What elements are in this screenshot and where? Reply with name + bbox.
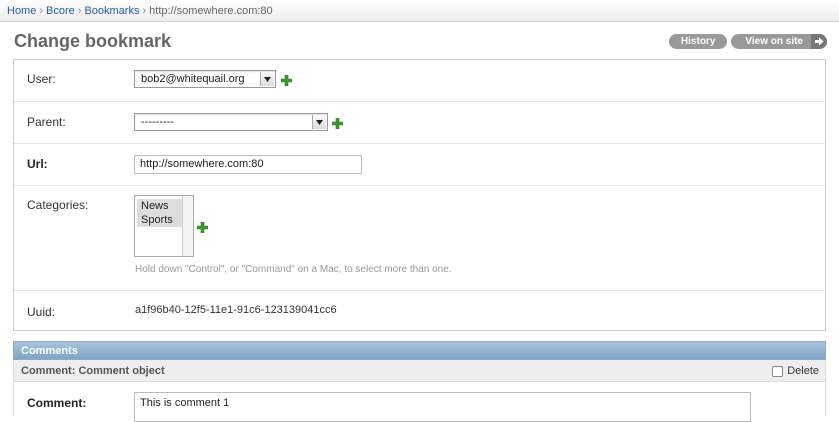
comments-section-header: Comments	[13, 341, 826, 360]
user-select-value: bob2@whitequail.org	[141, 73, 245, 85]
breadcrumb-separator: ›	[39, 5, 44, 17]
comment-label: Comment:	[27, 396, 87, 410]
delete-label: Delete	[787, 365, 819, 377]
arrow-right-icon	[811, 34, 827, 49]
object-tools: History View on site	[668, 34, 827, 49]
form-row-url: Url: http://somewhere.com:80	[14, 144, 825, 186]
breadcrumb-bcore[interactable]: Bcore	[46, 5, 75, 17]
categories-label: Categories:	[27, 198, 89, 212]
breadcrumb-current: http://somewhere.com:80	[149, 5, 273, 17]
add-user-icon[interactable]	[281, 75, 292, 86]
comment-item-title: Comment: Comment object	[21, 365, 165, 377]
uuid-label: Uuid:	[27, 305, 56, 319]
user-label: User:	[27, 72, 56, 86]
add-parent-icon[interactable]	[332, 118, 343, 129]
url-input[interactable]: http://somewhere.com:80	[134, 155, 362, 174]
url-label: Url:	[27, 157, 48, 171]
categories-multiselect[interactable]: News Sports	[134, 195, 194, 257]
history-button[interactable]: History	[668, 34, 728, 49]
breadcrumb: Home › Bcore › Bookmarks › http://somewhere.co…	[0, 0, 839, 22]
user-select[interactable]: bob2@whitequail.org	[134, 70, 276, 88]
view-on-site-label: View on site	[745, 36, 803, 47]
view-on-site-button[interactable]: View on site	[731, 34, 827, 49]
parent-label: Parent:	[27, 115, 66, 129]
comment-textarea[interactable]: This is comment 1	[134, 392, 751, 422]
add-category-icon[interactable]	[197, 222, 208, 233]
form-row-uuid: Uuid: a1f96b40-12f5-11e1-91c6-123139041c…	[14, 291, 825, 332]
form-row-comment: Comment: This is comment 1	[13, 382, 826, 422]
uuid-value: a1f96b40-12f5-11e1-91c6-123139041cc6	[135, 304, 337, 316]
breadcrumb-bookmarks[interactable]: Bookmarks	[84, 5, 139, 17]
comment-item-header: Comment: Comment object Delete	[13, 360, 826, 382]
chevron-down-icon	[260, 72, 274, 86]
delete-checkbox[interactable]	[772, 365, 784, 377]
breadcrumb-home[interactable]: Home	[7, 5, 36, 17]
delete-toggle: Delete	[772, 360, 819, 382]
breadcrumb-separator: ›	[77, 5, 82, 17]
categories-help-text: Hold down "Control", or "Command" on a M…	[135, 264, 452, 275]
form-row-parent: Parent: ---------	[14, 102, 825, 144]
page-title: Change bookmark	[14, 31, 172, 51]
category-option-news[interactable]: News	[137, 199, 183, 213]
category-option-sports[interactable]: Sports	[137, 213, 183, 227]
parent-select[interactable]: ---------	[134, 113, 328, 131]
bookmark-form: User: bob2@whitequail.org Parent: ------…	[13, 59, 826, 331]
breadcrumb-separator: ›	[142, 5, 147, 17]
chevron-down-icon	[312, 115, 326, 129]
form-row-categories: Categories: News Sports Hold down "Contr…	[14, 186, 825, 291]
form-row-user: User: bob2@whitequail.org	[14, 60, 825, 102]
parent-select-value: ---------	[141, 116, 174, 128]
scrollbar[interactable]	[182, 196, 193, 256]
